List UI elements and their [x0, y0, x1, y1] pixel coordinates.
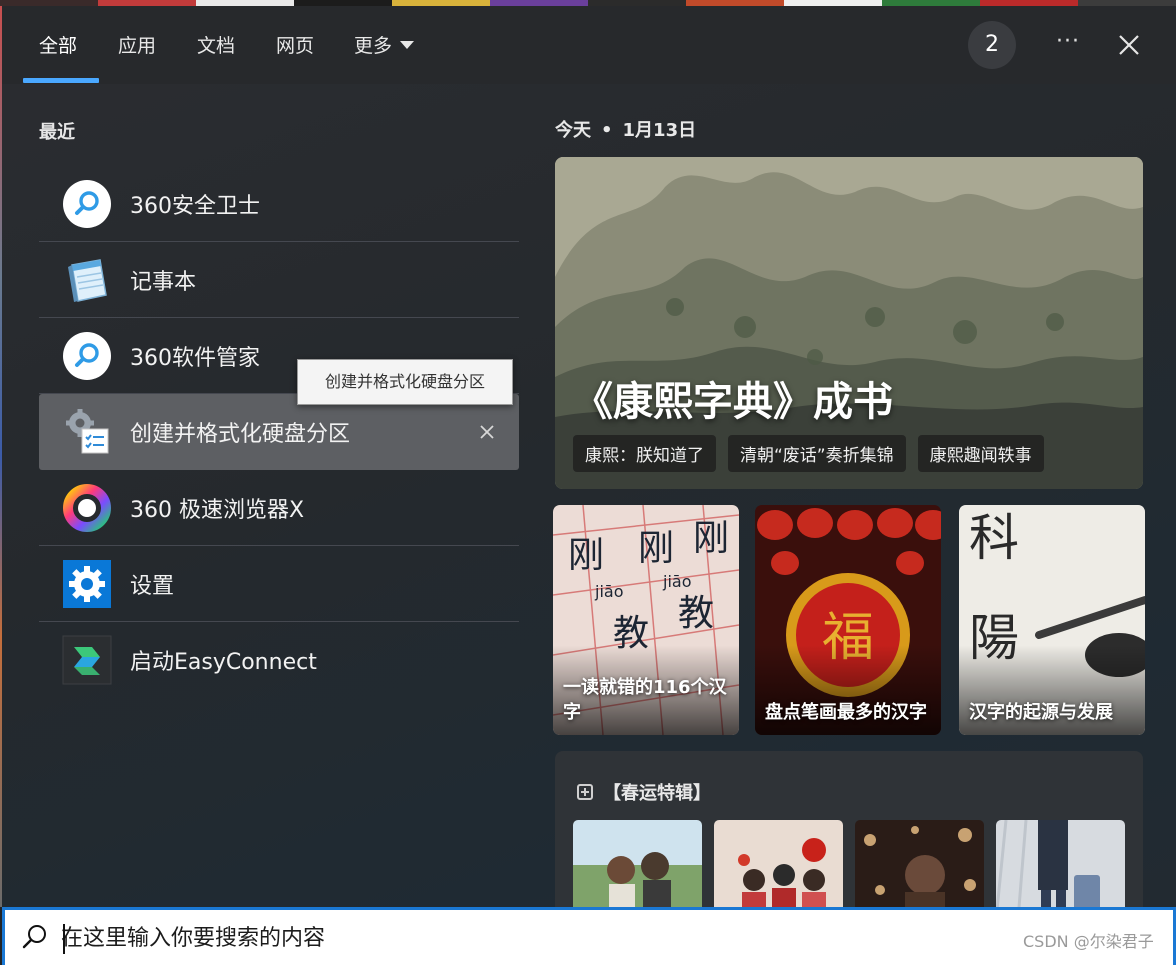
remove-from-list-icon[interactable] [477, 422, 497, 442]
svg-text:刚: 刚 [693, 518, 729, 559]
list-item[interactable]: 启动EasyConnect [39, 622, 519, 698]
easyconnect-icon [62, 635, 112, 685]
tab-more[interactable]: 更多 [354, 31, 415, 61]
list-item-label: 记事本 [130, 269, 197, 295]
tab-all[interactable]: 全部 [39, 31, 77, 61]
list-item-label: 360安全卫士 [130, 193, 260, 219]
svg-text:jiāo: jiāo [662, 572, 691, 591]
disk-management-icon [62, 407, 112, 457]
feature-thumbnail[interactable] [714, 820, 843, 907]
tooltip: 创建并格式化硬盘分区 [297, 359, 513, 405]
list-item[interactable]: 记事本 [39, 242, 519, 318]
svg-text:科: 科 [969, 509, 1019, 567]
family-reunion-image [714, 820, 843, 907]
search-bar [2, 907, 1176, 965]
magnifier-badge-icon [62, 331, 112, 381]
list-item[interactable]: 360 极速浏览器X [39, 470, 519, 546]
list-item-selected[interactable]: 创建并格式化硬盘分区 [39, 394, 519, 470]
hero-chip[interactable]: 清朝“废话”奏折集锦 [728, 435, 906, 472]
header-bar: 全部 应用 文档 网页 更多 2 ··· [2, 6, 1176, 84]
feature-thumbnail[interactable] [573, 820, 702, 907]
night-station-image [855, 820, 984, 907]
close-icon[interactable] [1112, 28, 1146, 62]
svg-text:jiāo: jiāo [594, 582, 623, 601]
search-panel: 全部 应用 文档 网页 更多 2 ··· 最近 360安全卫士 记事本 360软… [2, 6, 1176, 907]
list-item-label: 360软件管家 [130, 345, 260, 371]
today-label: 今天 [555, 120, 591, 141]
search-input[interactable] [61, 918, 961, 958]
traveler-luggage-image [996, 820, 1125, 907]
content-card[interactable]: 福 盘点笔画最多的汉字 [755, 505, 941, 735]
hero-title: 《康熙字典》成书 [573, 379, 893, 425]
tab-apps[interactable]: 应用 [118, 31, 156, 61]
list-item-label: 360 极速浏览器X [130, 497, 305, 523]
expand-plus-icon[interactable] [577, 784, 593, 800]
tab-web[interactable]: 网页 [276, 31, 314, 61]
recent-list: 360安全卫士 记事本 360软件管家 创建并格式化硬盘分区 360 极速浏览器… [39, 166, 519, 698]
watermark: CSDN @尔染君子 [1023, 932, 1154, 951]
list-item[interactable]: 设置 [39, 546, 519, 622]
svg-text:教: 教 [678, 593, 714, 634]
text-caret [63, 924, 65, 954]
hero-chips: 康熙：朕知道了 清朝“废话”奏折集锦 康熙趣闻轶事 [573, 435, 1044, 472]
search-icon [21, 923, 49, 951]
tab-more-label: 更多 [354, 35, 393, 57]
content-card[interactable]: 科陽 汉字的起源与发展 [959, 505, 1145, 735]
active-tab-indicator [23, 78, 99, 83]
hero-chip[interactable]: 康熙趣闻轶事 [917, 435, 1044, 472]
recent-section-title: 最近 [39, 122, 75, 143]
list-item-label: 创建并格式化硬盘分区 [130, 422, 351, 447]
feature-thumbnail[interactable] [996, 820, 1125, 907]
more-options-icon[interactable]: ··· [1048, 28, 1088, 62]
feature-section: 【春运特辑】 [555, 751, 1143, 907]
today-date: 1月13日 [622, 120, 697, 141]
travel-couple-image [573, 820, 702, 907]
hero-card[interactable]: 《康熙字典》成书 康熙：朕知道了 清朝“废话”奏折集锦 康熙趣闻轶事 [555, 157, 1143, 489]
feature-title: 【春运特辑】 [577, 779, 711, 805]
list-item[interactable]: 360安全卫士 [39, 166, 519, 242]
magnifier-badge-icon [62, 179, 112, 229]
tab-documents[interactable]: 文档 [197, 31, 235, 61]
today-heading: 今天 • 1月13日 [555, 116, 696, 142]
separator-dot: • [601, 120, 613, 141]
card-caption: 盘点笔画最多的汉字 [765, 702, 927, 723]
content-card[interactable]: 刚刚刚 教教 jiāo jiāo 一读就错的116个汉字 [553, 505, 739, 735]
browser-ring-icon [62, 483, 112, 533]
list-item-label: 启动EasyConnect [130, 650, 317, 675]
gear-icon [62, 559, 112, 609]
notepad-icon [62, 255, 112, 305]
card-caption: 汉字的起源与发展 [969, 702, 1113, 723]
rewards-badge[interactable]: 2 [968, 21, 1016, 69]
feature-thumbnails [573, 820, 1125, 907]
svg-text:刚: 刚 [568, 535, 604, 576]
list-item-label: 设置 [130, 573, 175, 599]
svg-text:刚: 刚 [638, 528, 674, 569]
card-caption: 一读就错的116个汉字 [563, 677, 727, 723]
chevron-down-icon [400, 40, 415, 49]
feature-title-label: 【春运特辑】 [603, 783, 711, 804]
hero-chip[interactable]: 康熙：朕知道了 [573, 435, 716, 472]
feature-thumbnail[interactable] [855, 820, 984, 907]
